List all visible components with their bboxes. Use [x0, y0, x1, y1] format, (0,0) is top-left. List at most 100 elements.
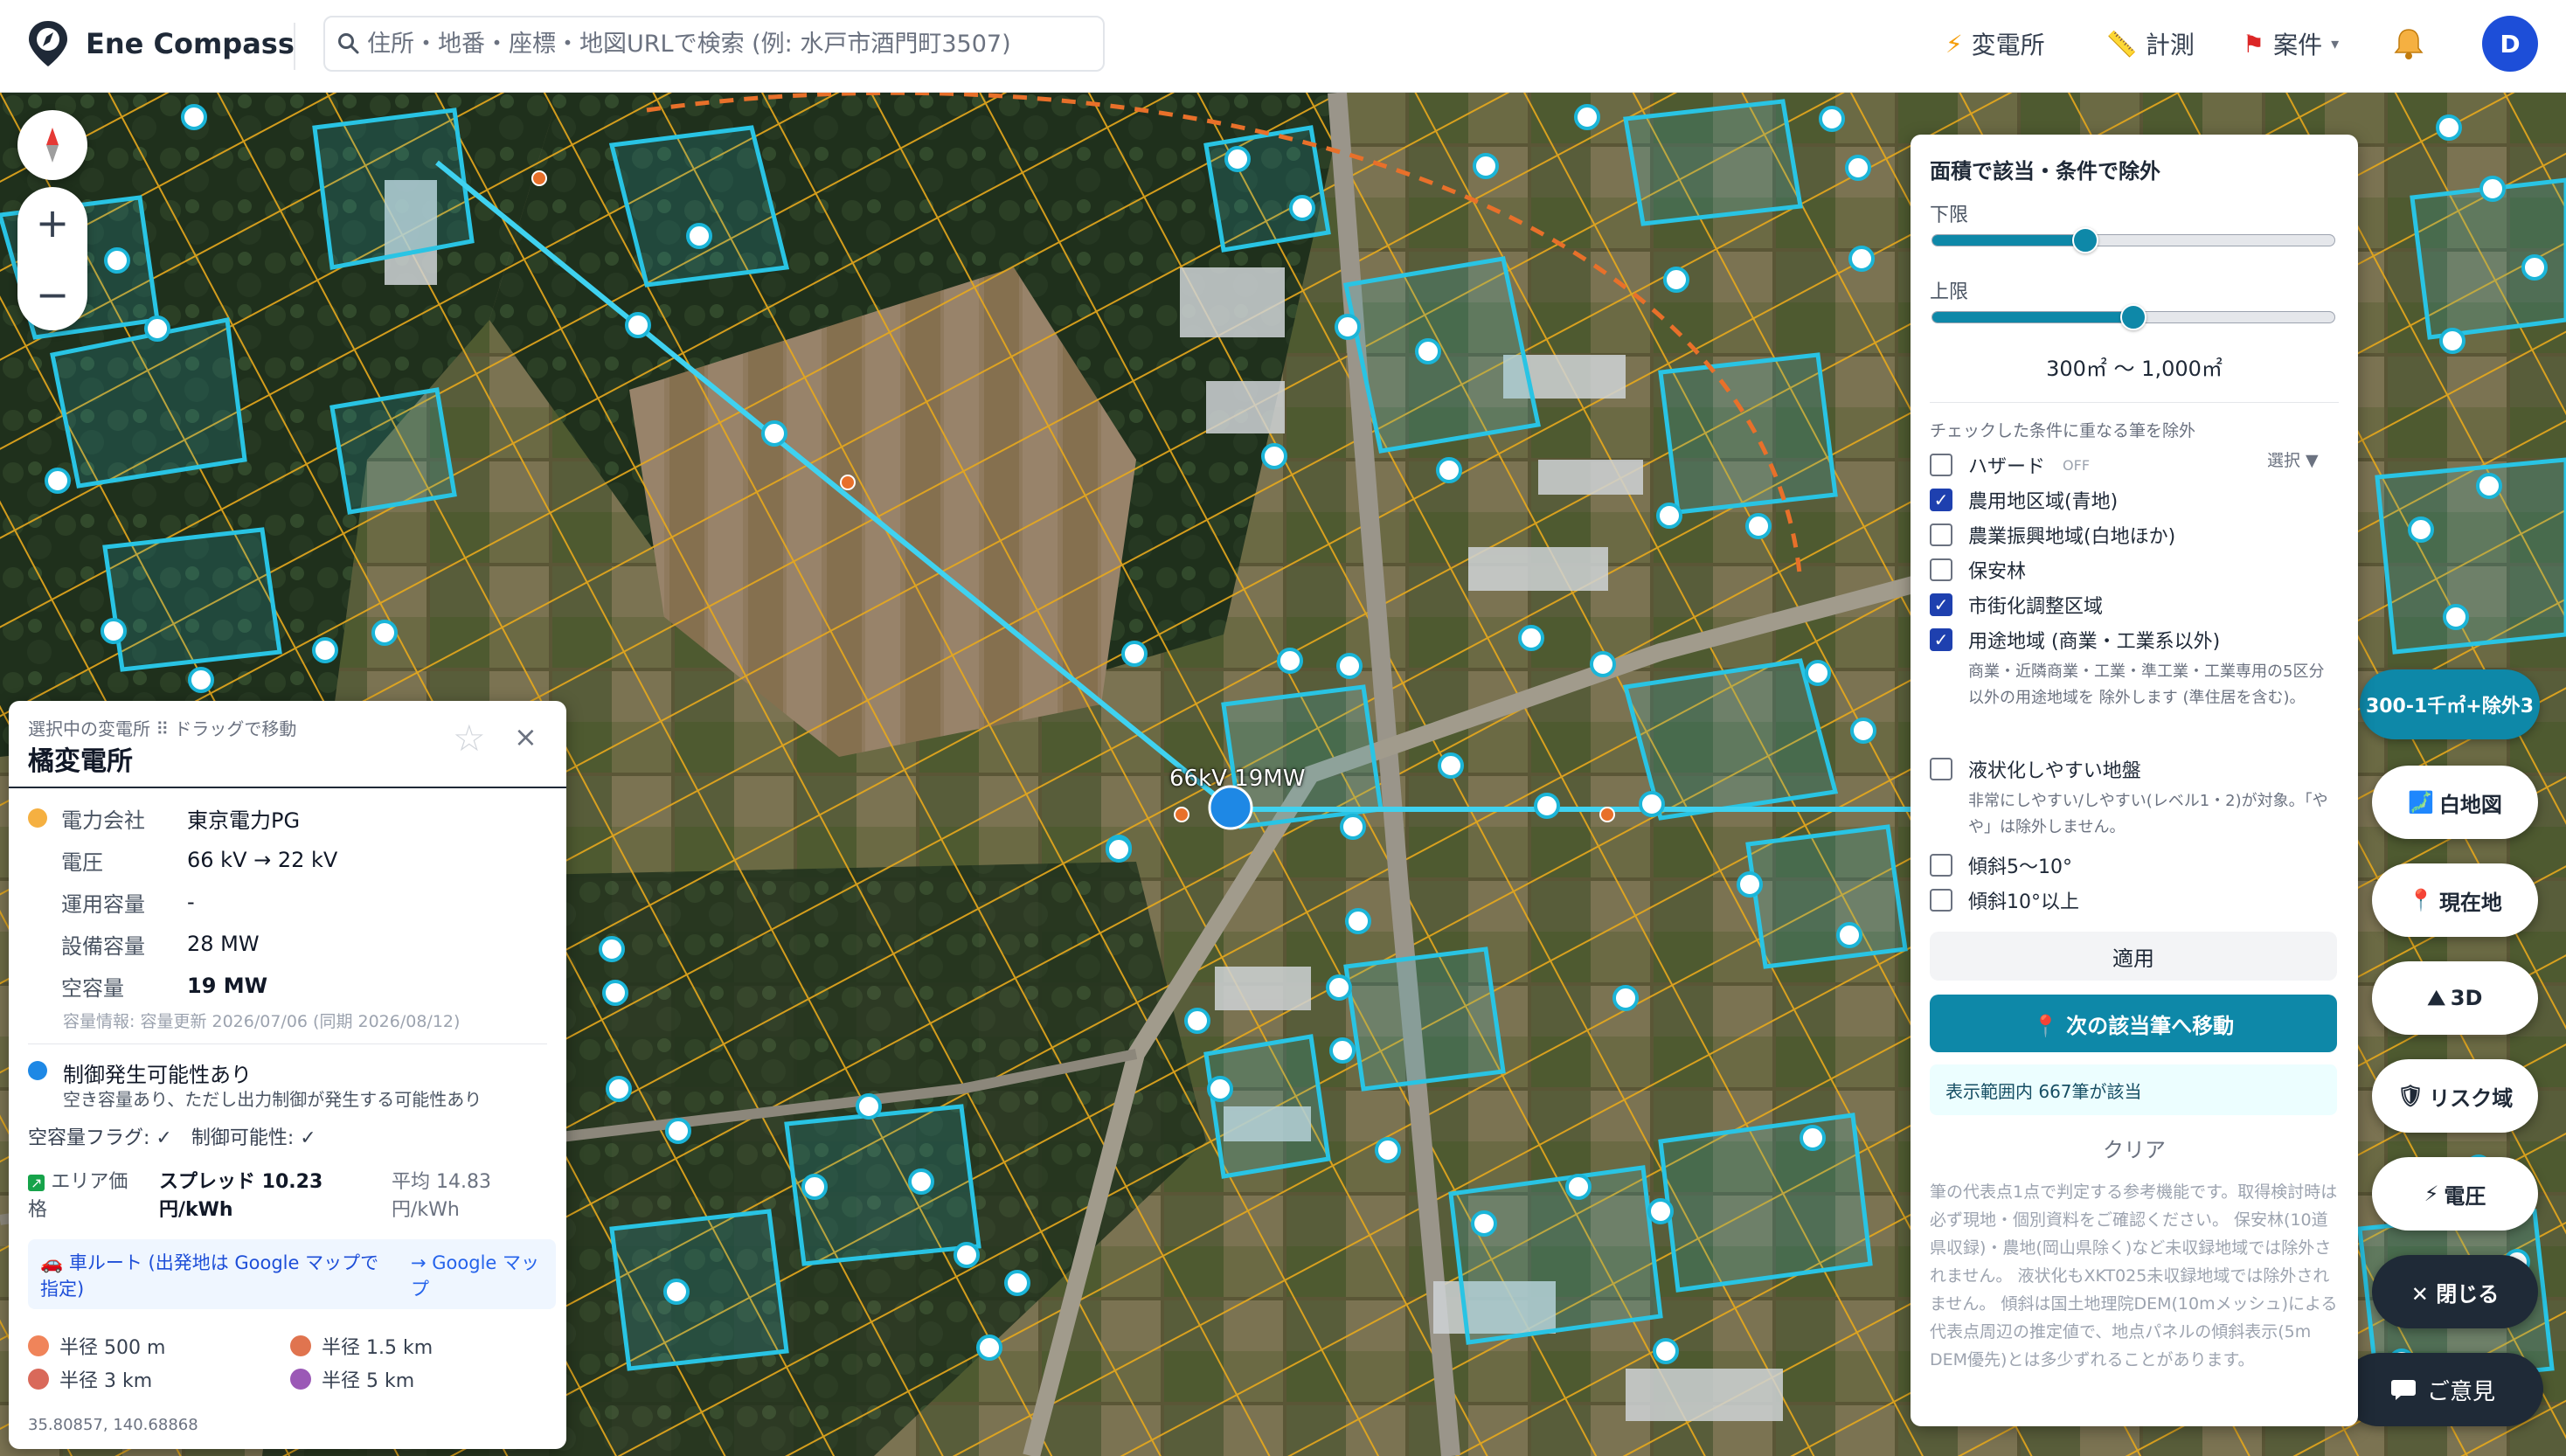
lower-slider[interactable] — [1931, 227, 2335, 253]
liquefaction-checkbox[interactable] — [1930, 758, 1952, 780]
favorite-star-icon[interactable]: ☆ — [453, 717, 486, 759]
condition-checkbox[interactable] — [1930, 489, 1952, 511]
shield-icon: 🛡 — [2396, 1084, 2424, 1108]
condition-row[interactable]: 農業振興地域(白地ほか) — [1930, 521, 2175, 549]
slope2-checkbox[interactable] — [1930, 889, 1952, 912]
substation-panel[interactable]: 選択中の変電所 ⠿ ドラッグで移動 橘変電所 ☆ × 電力会社 東京電力PG 電… — [9, 701, 566, 1449]
current-location-button[interactable]: 📍 現在地 — [2372, 863, 2538, 937]
risk-area-button[interactable]: 🛡 リスク域 — [2372, 1059, 2538, 1133]
area-range: 300㎡ 〜 1,000㎡ — [2046, 357, 2223, 381]
map-icon: 🗾 — [2408, 790, 2434, 815]
search-input[interactable] — [367, 30, 1084, 58]
substation-panel-header[interactable]: 選択中の変電所 ⠿ ドラッグで移動 橘変電所 ☆ × — [9, 701, 566, 788]
nav-substation[interactable]: ⚡ 変電所 — [1945, 26, 2045, 61]
substation-name: 橘変電所 — [28, 746, 133, 777]
lower-label: 下限 — [1930, 205, 1969, 226]
apply-button[interactable]: 適用 — [1930, 932, 2337, 981]
condition-row[interactable]: 保安林 — [1930, 556, 2026, 584]
area-filter-tab[interactable]: 300-1千㎡+除外3 — [2360, 669, 2540, 739]
car-route-box[interactable]: 🚗 車ルート (出発地は Google マップで 指定) → Google マッ… — [28, 1239, 556, 1309]
notifications-button[interactable] — [2391, 26, 2426, 65]
zoom-in-button[interactable]: + — [17, 187, 87, 259]
radius-5km[interactable]: 半径 5 km — [290, 1365, 414, 1393]
spread-value: スプレッド 10.23 円/kWh — [159, 1166, 322, 1222]
condition-checkbox[interactable] — [1930, 523, 1952, 546]
liquefaction-note: 非常にしやすい/しやすい(レベル1・2)が対象。「やや」は除外しません。 — [1968, 792, 2328, 836]
divider — [28, 1043, 547, 1044]
google-maps-link-2: プ — [411, 1279, 429, 1300]
row-value: - — [187, 890, 195, 914]
google-maps-link-1: → Google マッ — [411, 1252, 539, 1273]
white-map-label: 白地図 — [2438, 792, 2502, 817]
nav-projects[interactable]: ⚑ 案件 ▾ — [2243, 26, 2339, 61]
pin-icon: 📍 — [2408, 888, 2434, 912]
control-description: 空き容量あり、ただし出力制御が発生する可能性あり — [63, 1089, 482, 1110]
voltage-label: 電圧 — [2444, 1183, 2486, 1209]
condition-label: 保安林 — [1968, 561, 2027, 583]
liquefaction-row[interactable]: 液状化しやすい地盤 — [1930, 755, 2141, 783]
nav-measure[interactable]: 📏 計測 — [2106, 26, 2195, 61]
google-maps-link[interactable]: → Google マッ プ — [411, 1250, 539, 1302]
close-icon[interactable]: × — [514, 720, 537, 753]
hazard-checkbox-row[interactable]: ハザード OFF — [1930, 451, 2090, 479]
radius-1-5km[interactable]: 半径 1.5 km — [290, 1332, 433, 1360]
risk-area-label: リスク域 — [2429, 1085, 2514, 1111]
radius-label: 半径 3 km — [59, 1370, 153, 1392]
3d-button[interactable]: ⛰ 3D — [2372, 961, 2538, 1035]
ruler-icon: 📏 — [2106, 29, 2137, 59]
lightning-icon: ⚡ — [2424, 1182, 2439, 1206]
row-value: 28 MW — [187, 932, 260, 956]
next-parcel-button[interactable]: 📍 次の該当筆へ移動 — [1930, 995, 2337, 1052]
hazard-checkbox[interactable] — [1930, 454, 1952, 476]
slope2-row[interactable]: 傾斜10°以上 — [1930, 886, 2079, 914]
row-facility-capacity: 設備容量 28 MW — [28, 926, 260, 961]
white-map-button[interactable]: 🗾 白地図 — [2372, 766, 2538, 839]
avg-line-1: 平均 14.83 — [392, 1171, 491, 1193]
result-count: 表示範囲内 667筆が該当 — [1930, 1064, 2337, 1115]
lower-slider-knob[interactable] — [2071, 227, 2098, 253]
radius-dot — [290, 1369, 311, 1390]
avg-line-2: 円/kWh — [392, 1199, 460, 1221]
row-value: 66 kV → 22 kV — [187, 848, 338, 872]
chevron-down-icon: ▾ — [2331, 34, 2340, 53]
search-box[interactable] — [323, 16, 1105, 72]
radius-3km[interactable]: 半径 3 km — [28, 1365, 152, 1393]
row-label: 設備容量 — [61, 933, 145, 959]
upper-slider[interactable] — [1931, 304, 2335, 330]
upper-slider-fill — [1932, 312, 2133, 322]
filter-title: 面積で該当・条件で除外 — [1930, 159, 2160, 184]
slope1-row[interactable]: 傾斜5〜10° — [1930, 851, 2072, 879]
upper-slider-knob[interactable] — [2120, 304, 2146, 330]
user-avatar[interactable]: D — [2482, 16, 2538, 72]
voltage-button[interactable]: ⚡ 電圧 — [2372, 1157, 2538, 1231]
car-route-text: 🚗 車ルート (出発地は Google マップで 指定) — [40, 1250, 378, 1302]
feedback-button[interactable]: ご意見 — [2342, 1353, 2543, 1426]
search-icon — [338, 33, 359, 54]
condition-checkbox[interactable] — [1930, 558, 1952, 581]
close-panel-button[interactable]: ✕ 閉じる — [2372, 1255, 2538, 1328]
zoom-control: + − — [17, 187, 87, 330]
hazard-select-dropdown[interactable]: 選択 ▼ — [2267, 447, 2319, 471]
condition-label: 用途地域 (商業・工業系以外) — [1968, 631, 2221, 653]
nav-substation-label: 変電所 — [1971, 31, 2045, 59]
bell-icon — [2394, 29, 2424, 59]
spread-line-2: 円/kWh — [159, 1199, 233, 1221]
radius-500m[interactable]: 半径 500 m — [28, 1332, 165, 1360]
app-name: Ene Compass — [86, 27, 295, 60]
spread-line-1: スプレッド 10.23 — [159, 1171, 323, 1193]
clear-button[interactable]: クリア — [1911, 1133, 2358, 1163]
brand[interactable]: Ene Compass — [26, 19, 295, 68]
divider — [1930, 402, 2339, 403]
area-price-label-1: エリア価 — [51, 1171, 128, 1193]
car-route-line-2: 指定) — [40, 1279, 85, 1300]
compass-button[interactable] — [17, 110, 87, 180]
slope1-checkbox[interactable] — [1930, 854, 1952, 877]
zoom-out-button[interactable]: − — [17, 259, 87, 330]
top-bar: Ene Compass ⚡ 変電所 📏 計測 ⚑ 案件 ▾ D — [0, 0, 2566, 93]
condition-row[interactable]: 農用地区域(青地) — [1930, 486, 2118, 514]
condition-checkbox[interactable] — [1930, 628, 1952, 651]
radius-dot — [290, 1335, 311, 1356]
condition-checkbox[interactable] — [1930, 593, 1952, 616]
condition-row[interactable]: 市街化調整区域 — [1930, 591, 2103, 619]
condition-row[interactable]: 用途地域 (商業・工業系以外) — [1930, 626, 2220, 654]
